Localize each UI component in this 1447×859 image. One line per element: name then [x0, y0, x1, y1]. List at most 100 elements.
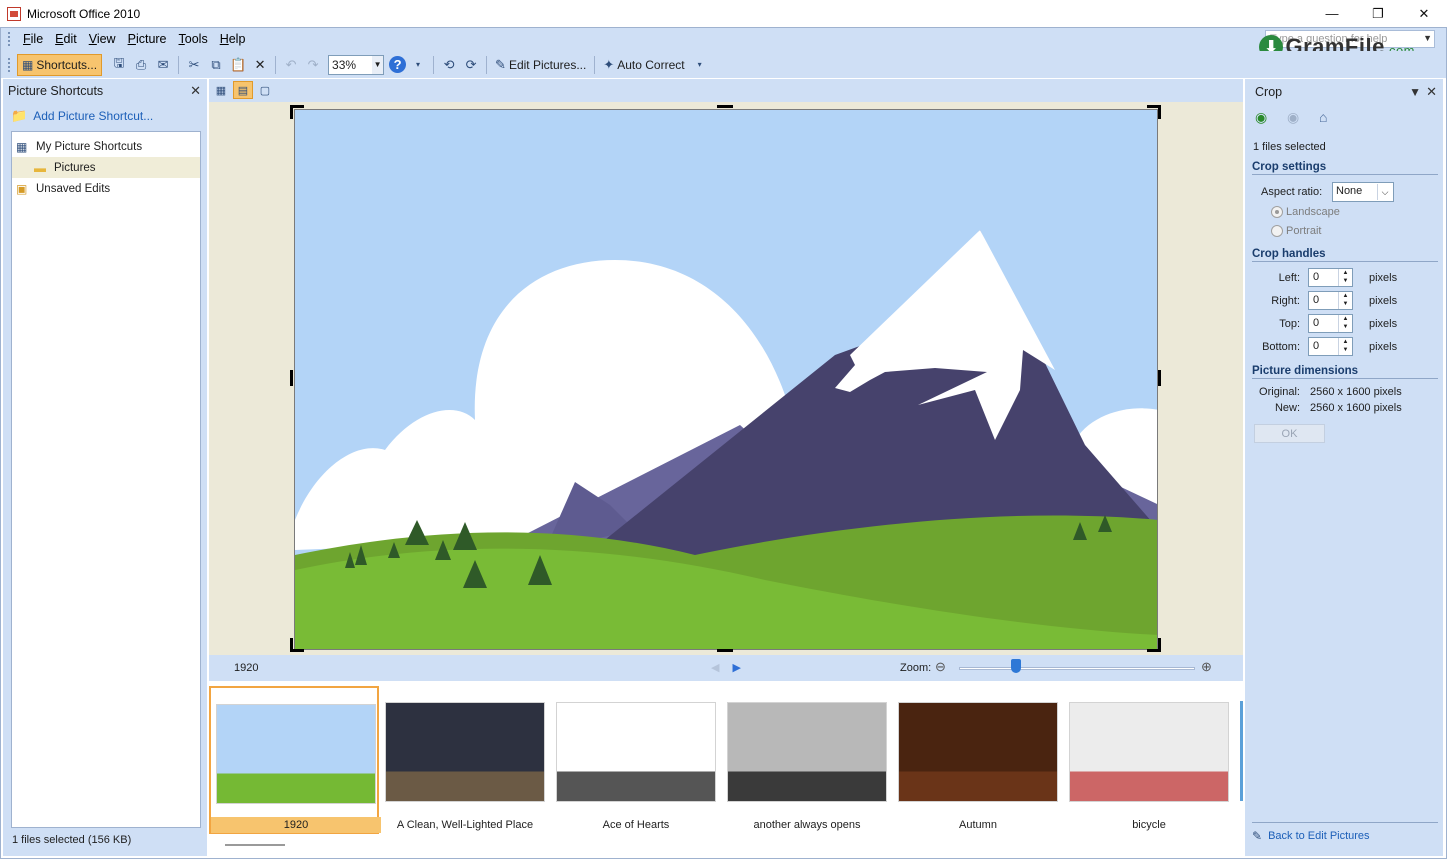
toolbar-overflow-icon[interactable]: ▾	[408, 55, 428, 75]
filmstrip-thumbnail[interactable]: bicycle	[1064, 686, 1234, 834]
toolbar-overflow-icon[interactable]: ▾	[690, 55, 710, 75]
crop-top-value: 0	[1313, 317, 1320, 329]
zoom-slider-thumb[interactable]	[1010, 659, 1021, 673]
restore-button[interactable]: ❐	[1355, 0, 1401, 27]
current-picture-name: 1920	[234, 662, 259, 674]
menu-grip[interactable]	[8, 32, 11, 46]
auto-correct-button[interactable]: ✦ Auto Correct	[599, 57, 688, 73]
next-picture-icon[interactable]: ▶	[733, 662, 741, 674]
menu-edit[interactable]: Edit	[49, 32, 83, 46]
menu-file[interactable]: File	[17, 32, 49, 46]
landscape-radio[interactable]: Landscape	[1271, 206, 1340, 218]
spinner-arrows-icon[interactable]: ▲ ▼	[1338, 269, 1352, 286]
zoom-combo[interactable]: 33% ▼	[328, 54, 385, 75]
save-icon[interactable]: 🖫	[109, 55, 129, 75]
crop-bottom-spinner[interactable]: 0 ▲ ▼	[1308, 337, 1353, 356]
toolbar-grip[interactable]	[8, 57, 11, 72]
undo-icon[interactable]: ↶	[281, 55, 301, 75]
add-picture-shortcut-link[interactable]: 📁 Add Picture Shortcut...	[3, 103, 207, 129]
thumbnail-image	[556, 702, 716, 802]
filmstrip-view-icon[interactable]: ▤	[233, 81, 253, 99]
crop-handle-bottom-left[interactable]	[290, 649, 304, 652]
edit-pictures-button[interactable]: ✎ Edit Pictures...	[491, 57, 590, 73]
filmstrip-thumbnail[interactable]: Autumn	[893, 686, 1063, 834]
filmstrip-edge	[1240, 701, 1243, 801]
landscape-radio-circle[interactable]	[1271, 206, 1283, 218]
menu-view[interactable]: View	[83, 32, 122, 46]
tree-item-pictures[interactable]: ▬ Pictures	[12, 157, 200, 178]
ok-button[interactable]: OK	[1254, 424, 1325, 443]
portrait-radio-circle[interactable]	[1271, 225, 1283, 237]
task-pane-dropdown-icon[interactable]: ▼	[1409, 85, 1421, 99]
cut-icon[interactable]: ✂	[184, 55, 204, 75]
crop-left-value: 0	[1313, 271, 1320, 283]
help-icon[interactable]: ?	[389, 56, 407, 73]
task-pane-nav: ◉ ◉ ⌂	[1245, 105, 1443, 129]
filmstrip-thumbnail[interactable]: Ace of Hearts	[551, 686, 721, 834]
crop-top-spinner[interactable]: 0 ▲ ▼	[1308, 314, 1353, 333]
menu-bar: File Edit View Picture Tools Help Type a…	[0, 27, 1447, 51]
edit-pictures-icon: ✎	[495, 56, 506, 72]
preview-picture[interactable]	[294, 109, 1158, 650]
zoom-out-icon[interactable]: ⊖	[935, 659, 946, 675]
shortcuts-button[interactable]: ▦ Shortcuts...	[17, 53, 103, 76]
spinner-arrows-icon[interactable]: ▲ ▼	[1338, 315, 1352, 332]
landscape-label: Landscape	[1286, 206, 1340, 218]
aspect-ratio-select[interactable]: None ⌵	[1332, 182, 1394, 202]
crop-handle-left[interactable]	[290, 370, 293, 386]
home-icon[interactable]: ⌂	[1319, 109, 1339, 125]
help-dropdown-icon[interactable]: ▼	[1423, 33, 1432, 43]
crop-handle-bottom-right[interactable]	[1147, 649, 1161, 652]
crop-left-unit: pixels	[1369, 272, 1398, 284]
filmstrip-scrollbar[interactable]	[225, 844, 285, 846]
menu-tools[interactable]: Tools	[173, 32, 214, 46]
crop-handle-top-left[interactable]	[290, 105, 293, 119]
thumbnails-view-icon[interactable]: ▦	[211, 81, 231, 99]
crop-left-spinner[interactable]: 0 ▲ ▼	[1308, 268, 1353, 287]
filmstrip-thumbnail[interactable]: another always opens	[722, 686, 892, 834]
delete-icon[interactable]: ✕	[250, 55, 270, 75]
crop-handle-bottom[interactable]	[717, 649, 733, 652]
close-icon[interactable]: ✕	[1426, 84, 1437, 100]
crop-right-value: 0	[1313, 294, 1320, 306]
menu-picture[interactable]: Picture	[122, 32, 173, 46]
filmstrip-thumbnail[interactable]: 1920	[209, 686, 381, 834]
spinner-arrows-icon[interactable]: ▲ ▼	[1338, 338, 1352, 355]
copy-icon[interactable]: ⧉	[206, 55, 226, 75]
close-window-button[interactable]: ✕	[1401, 0, 1447, 27]
redo-icon[interactable]: ↷	[303, 55, 323, 75]
forward-icon[interactable]: ◉	[1287, 109, 1307, 126]
minimize-button[interactable]: —	[1309, 0, 1355, 27]
aspect-ratio-label: Aspect ratio:	[1261, 186, 1323, 198]
pane-header: Picture Shortcuts ✕	[3, 79, 207, 103]
zoom-dropdown-icon[interactable]: ▼	[372, 55, 384, 74]
back-icon[interactable]: ◉	[1255, 109, 1275, 126]
original-label: Original:	[1259, 386, 1300, 398]
toolbar-separator	[594, 55, 596, 74]
filmstrip-thumbnail[interactable]: A Clean, Well-Lighted Place	[380, 686, 550, 834]
crop-handle-right[interactable]	[1158, 370, 1161, 386]
print-icon[interactable]: ⎙	[131, 55, 151, 75]
back-to-edit-pictures-link[interactable]: ✎ Back to Edit Pictures	[1252, 822, 1438, 843]
paste-icon[interactable]: 📋	[228, 55, 248, 75]
tree-item-unsaved-edits[interactable]: ▣ Unsaved Edits	[12, 178, 200, 199]
spinner-arrows-icon[interactable]: ▲ ▼	[1338, 292, 1352, 309]
email-icon[interactable]: ✉	[153, 55, 173, 75]
close-icon[interactable]: ✕	[190, 83, 201, 99]
selection-status: 1 files selected (156 KB)	[12, 834, 132, 846]
app-icon	[7, 6, 21, 21]
menu-help[interactable]: Help	[214, 32, 252, 46]
rotate-left-icon[interactable]: ⟲	[439, 55, 459, 75]
zoom-in-icon[interactable]: ⊕	[1201, 659, 1212, 675]
crop-handle-top[interactable]	[717, 105, 733, 108]
crop-bottom-row: Bottom: 0 ▲ ▼ pixels	[1245, 337, 1443, 357]
crop-handle-top-right[interactable]	[1158, 105, 1161, 119]
rotate-right-icon[interactable]: ⟳	[461, 55, 481, 75]
previous-picture-icon[interactable]: ◀	[711, 662, 719, 674]
toolbar: ▦ Shortcuts... 🖫 ⎙ ✉ ✂ ⧉ 📋 ✕ ↶ ↷ 33% ▼ ?…	[0, 51, 1447, 78]
tree-item-my-picture-shortcuts[interactable]: ▦ My Picture Shortcuts	[12, 136, 200, 157]
portrait-radio[interactable]: Portrait	[1271, 225, 1321, 237]
zoom-slider-track[interactable]	[959, 667, 1195, 670]
single-picture-view-icon[interactable]: ▢	[255, 81, 275, 99]
crop-right-spinner[interactable]: 0 ▲ ▼	[1308, 291, 1353, 310]
